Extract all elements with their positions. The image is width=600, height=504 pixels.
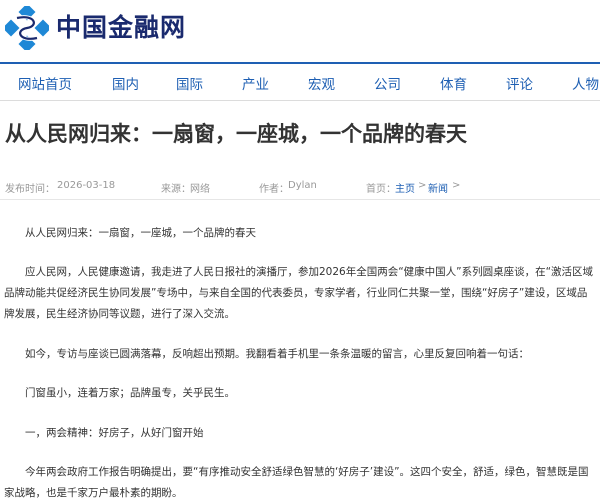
breadcrumb-separator: > xyxy=(418,180,427,191)
meta-date-label: 发布时间： xyxy=(5,184,55,195)
meta-source: 网络 xyxy=(190,184,210,195)
nav-item-industry[interactable]: 产业 xyxy=(242,73,269,93)
nav-item-company[interactable]: 公司 xyxy=(374,73,401,93)
nav-item-macro[interactable]: 宏观 xyxy=(308,73,335,93)
article-section-heading: 一，两会精神：好房子，从好门窗开始 xyxy=(25,427,204,439)
breadcrumb-home-link[interactable]: 主页 xyxy=(395,184,415,195)
main-nav: 网站首页 国内 国际 产业 宏观 公司 体育 评论 人物 xyxy=(0,62,600,101)
article-paragraph: 应人民网，人民健康邀请，我走进了人民日报社的演播厅，参加2026年全国两会“健康… xyxy=(4,266,594,320)
site-name[interactable]: 中国金融网 xyxy=(56,8,186,44)
nav-item-home[interactable]: 网站首页 xyxy=(18,73,72,93)
meta-date: 2026-03-18 xyxy=(57,180,116,191)
meta-breadcrumb-label: 首页： xyxy=(366,184,396,195)
breadcrumb-separator: > xyxy=(452,180,461,191)
meta-author: Dylan xyxy=(288,180,317,191)
nav-item-sports[interactable]: 体育 xyxy=(440,73,467,93)
meta-source-label: 来源： xyxy=(161,184,191,195)
article-paragraph: 门窗虽小，连着万家；品牌虽专，关乎民生。 xyxy=(25,387,235,399)
nav-item-domestic[interactable]: 国内 xyxy=(112,73,139,93)
article-meta: 发布时间： 2026-03-18 来源： 网络 作者： Dylan 首页： 主页… xyxy=(0,180,600,195)
meta-divider xyxy=(0,199,600,200)
article-title: 从人民网归来：一扇窗，一座城，一个品牌的春天 xyxy=(5,122,467,146)
nav-item-commentary[interactable]: 评论 xyxy=(506,73,533,93)
article-paragraph: 今年两会政府工作报告明确提出，要“有序推动安全舒适绿色智慧的‘好房子’建设”。这… xyxy=(4,466,589,499)
site-header: 中国金融网 xyxy=(0,0,600,58)
meta-author-label: 作者： xyxy=(259,184,289,195)
breadcrumb-news-link[interactable]: 新闻 xyxy=(428,184,448,195)
article-paragraph: 如今，专访与座谈已圆满落幕，反响超出预期。我翻看着手机里一条条温暖的留言，心里反… xyxy=(25,348,529,360)
article-paragraph: 从人民网归来：一扇窗，一座城，一个品牌的春天 xyxy=(25,227,256,239)
nav-item-international[interactable]: 国际 xyxy=(176,73,203,93)
nav-item-people[interactable]: 人物 xyxy=(572,73,599,93)
site-logo-icon[interactable] xyxy=(5,6,49,50)
